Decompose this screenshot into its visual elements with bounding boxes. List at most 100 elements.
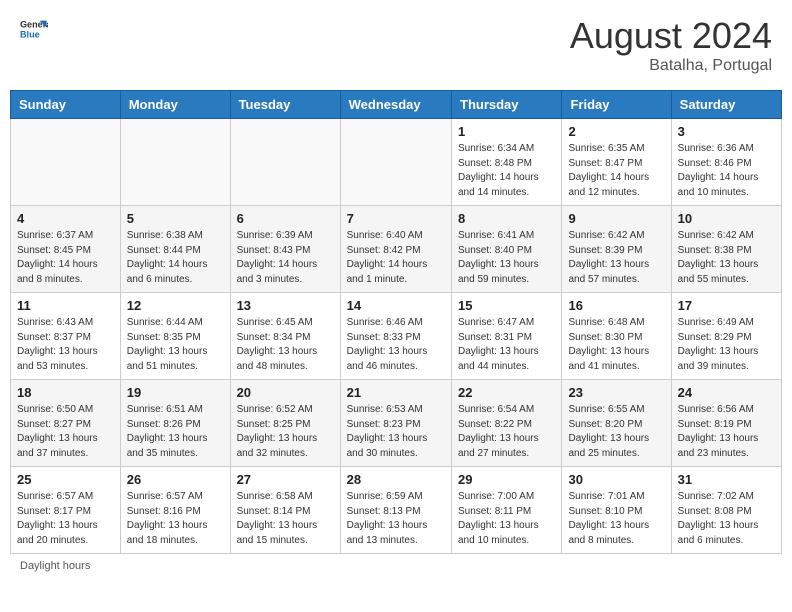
calendar-table: SundayMondayTuesdayWednesdayThursdayFrid…	[10, 90, 782, 554]
calendar-week-row: 25 Sunrise: 6:57 AMSunset: 8:17 PMDayligh…	[11, 467, 782, 554]
day-info: Sunrise: 6:49 AMSunset: 8:29 PMDaylight:…	[678, 316, 775, 374]
calendar-cell	[11, 119, 121, 206]
col-header-friday: Friday	[562, 91, 671, 119]
day-number: 18	[17, 385, 114, 400]
day-number: 13	[237, 298, 334, 313]
day-number: 11	[17, 298, 114, 313]
day-number: 21	[347, 385, 445, 400]
title-block: August 2024 Batalha, Portugal	[570, 15, 772, 75]
day-number: 6	[237, 211, 334, 226]
calendar-cell: 7 Sunrise: 6:40 AMSunset: 8:42 PMDaylight…	[340, 206, 451, 293]
day-info: Sunrise: 6:35 AMSunset: 8:47 PMDaylight:…	[568, 142, 664, 200]
day-info: Sunrise: 6:54 AMSunset: 8:22 PMDaylight:…	[458, 403, 555, 461]
day-number: 2	[568, 124, 664, 139]
day-number: 12	[127, 298, 224, 313]
calendar-week-row: 18 Sunrise: 6:50 AMSunset: 8:27 PMDayligh…	[11, 380, 782, 467]
footer-note: Daylight hours	[10, 560, 782, 572]
calendar-cell: 30 Sunrise: 7:01 AMSunset: 8:10 PMDayligh…	[562, 467, 671, 554]
calendar-week-row: 11 Sunrise: 6:43 AMSunset: 8:37 PMDayligh…	[11, 293, 782, 380]
day-info: Sunrise: 6:42 AMSunset: 8:39 PMDaylight:…	[568, 229, 664, 287]
calendar-cell: 21 Sunrise: 6:53 AMSunset: 8:23 PMDayligh…	[340, 380, 451, 467]
col-header-tuesday: Tuesday	[230, 91, 340, 119]
day-number: 10	[678, 211, 775, 226]
day-info: Sunrise: 6:50 AMSunset: 8:27 PMDaylight:…	[17, 403, 114, 461]
calendar-cell: 4Sunrise: 6:37 AMSunset: 8:45 PMDaylight…	[11, 206, 121, 293]
day-info: Sunrise: 6:46 AMSunset: 8:33 PMDaylight:…	[347, 316, 445, 374]
calendar-cell: 26 Sunrise: 6:57 AMSunset: 8:16 PMDayligh…	[120, 467, 230, 554]
day-number: 16	[568, 298, 664, 313]
day-info: Sunrise: 6:59 AMSunset: 8:13 PMDaylight:…	[347, 490, 445, 548]
day-info: Sunrise: 6:57 AMSunset: 8:16 PMDaylight:…	[127, 490, 224, 548]
day-number: 31	[678, 472, 775, 487]
day-number: 30	[568, 472, 664, 487]
day-number: 20	[237, 385, 334, 400]
calendar-cell: 10Sunrise: 6:42 AMSunset: 8:38 PMDayligh…	[671, 206, 781, 293]
day-info: Sunrise: 6:45 AMSunset: 8:34 PMDaylight:…	[237, 316, 334, 374]
day-number: 15	[458, 298, 555, 313]
day-number: 1	[458, 124, 555, 139]
day-info: Sunrise: 6:36 AMSunset: 8:46 PMDaylight:…	[678, 142, 775, 200]
col-header-monday: Monday	[120, 91, 230, 119]
day-number: 14	[347, 298, 445, 313]
day-info: Sunrise: 6:34 AMSunset: 8:48 PMDaylight:…	[458, 142, 555, 200]
day-info: Sunrise: 6:40 AMSunset: 8:42 PMDaylight:…	[347, 229, 445, 287]
day-info: Sunrise: 6:41 AMSunset: 8:40 PMDaylight:…	[458, 229, 555, 287]
calendar-cell: 19 Sunrise: 6:51 AMSunset: 8:26 PMDayligh…	[120, 380, 230, 467]
calendar-cell: 23Sunrise: 6:55 AMSunset: 8:20 PMDayligh…	[562, 380, 671, 467]
calendar-cell: 8 Sunrise: 6:41 AMSunset: 8:40 PMDaylight…	[452, 206, 562, 293]
calendar-cell: 2 Sunrise: 6:35 AMSunset: 8:47 PMDaylight…	[562, 119, 671, 206]
day-info: Sunrise: 6:43 AMSunset: 8:37 PMDaylight:…	[17, 316, 114, 374]
calendar-cell: 16 Sunrise: 6:48 AMSunset: 8:30 PMDayligh…	[562, 293, 671, 380]
day-number: 24	[678, 385, 775, 400]
day-number: 26	[127, 472, 224, 487]
calendar-cell: 1 Sunrise: 6:34 AMSunset: 8:48 PMDaylight…	[452, 119, 562, 206]
calendar-cell: 18 Sunrise: 6:50 AMSunset: 8:27 PMDayligh…	[11, 380, 121, 467]
day-number: 25	[17, 472, 114, 487]
day-info: Sunrise: 6:51 AMSunset: 8:26 PMDaylight:…	[127, 403, 224, 461]
calendar-cell: 28Sunrise: 6:59 AMSunset: 8:13 PMDayligh…	[340, 467, 451, 554]
day-number: 17	[678, 298, 775, 313]
day-info: Sunrise: 7:00 AMSunset: 8:11 PMDaylight:…	[458, 490, 555, 548]
col-header-thursday: Thursday	[452, 91, 562, 119]
col-header-sunday: Sunday	[11, 91, 121, 119]
calendar-cell: 13 Sunrise: 6:45 AMSunset: 8:34 PMDayligh…	[230, 293, 340, 380]
day-number: 3	[678, 124, 775, 139]
day-number: 5	[127, 211, 224, 226]
calendar-cell: 6Sunrise: 6:39 AMSunset: 8:43 PMDaylight…	[230, 206, 340, 293]
day-info: Sunrise: 7:01 AMSunset: 8:10 PMDaylight:…	[568, 490, 664, 548]
day-number: 19	[127, 385, 224, 400]
day-info: Sunrise: 6:44 AMSunset: 8:35 PMDaylight:…	[127, 316, 224, 374]
day-number: 7	[347, 211, 445, 226]
page-header: General Blue August 2024 Batalha, Portug…	[10, 10, 782, 80]
calendar-cell: 25 Sunrise: 6:57 AMSunset: 8:17 PMDayligh…	[11, 467, 121, 554]
day-info: Sunrise: 6:48 AMSunset: 8:30 PMDaylight:…	[568, 316, 664, 374]
calendar-cell: 17 Sunrise: 6:49 AMSunset: 8:29 PMDayligh…	[671, 293, 781, 380]
calendar-cell: 24 Sunrise: 6:56 AMSunset: 8:19 PMDayligh…	[671, 380, 781, 467]
calendar-cell: 12 Sunrise: 6:44 AMSunset: 8:35 PMDayligh…	[120, 293, 230, 380]
day-info: Sunrise: 6:56 AMSunset: 8:19 PMDaylight:…	[678, 403, 775, 461]
day-info: Sunrise: 6:47 AMSunset: 8:31 PMDaylight:…	[458, 316, 555, 374]
calendar-header-row: SundayMondayTuesdayWednesdayThursdayFrid…	[11, 91, 782, 119]
calendar-cell: 20 Sunrise: 6:52 AMSunset: 8:25 PMDayligh…	[230, 380, 340, 467]
calendar-cell: 9Sunrise: 6:42 AMSunset: 8:39 PMDaylight…	[562, 206, 671, 293]
calendar-cell: 3 Sunrise: 6:36 AMSunset: 8:46 PMDaylight…	[671, 119, 781, 206]
day-number: 27	[237, 472, 334, 487]
calendar-cell	[340, 119, 451, 206]
day-number: 23	[568, 385, 664, 400]
day-number: 29	[458, 472, 555, 487]
day-info: Sunrise: 6:52 AMSunset: 8:25 PMDaylight:…	[237, 403, 334, 461]
calendar-cell: 29 Sunrise: 7:00 AMSunset: 8:11 PMDayligh…	[452, 467, 562, 554]
calendar-cell: 14 Sunrise: 6:46 AMSunset: 8:33 PMDayligh…	[340, 293, 451, 380]
day-number: 22	[458, 385, 555, 400]
day-number: 8	[458, 211, 555, 226]
calendar-week-row: 4Sunrise: 6:37 AMSunset: 8:45 PMDaylight…	[11, 206, 782, 293]
col-header-wednesday: Wednesday	[340, 91, 451, 119]
month-year-title: August 2024	[570, 15, 772, 57]
calendar-cell: 11 Sunrise: 6:43 AMSunset: 8:37 PMDayligh…	[11, 293, 121, 380]
day-info: Sunrise: 6:38 AMSunset: 8:44 PMDaylight:…	[127, 229, 224, 287]
day-info: Sunrise: 6:37 AMSunset: 8:45 PMDaylight:…	[17, 229, 114, 287]
day-info: Sunrise: 6:53 AMSunset: 8:23 PMDaylight:…	[347, 403, 445, 461]
day-info: Sunrise: 6:57 AMSunset: 8:17 PMDaylight:…	[17, 490, 114, 548]
calendar-cell: 31Sunrise: 7:02 AMSunset: 8:08 PMDayligh…	[671, 467, 781, 554]
logo: General Blue	[20, 15, 48, 43]
